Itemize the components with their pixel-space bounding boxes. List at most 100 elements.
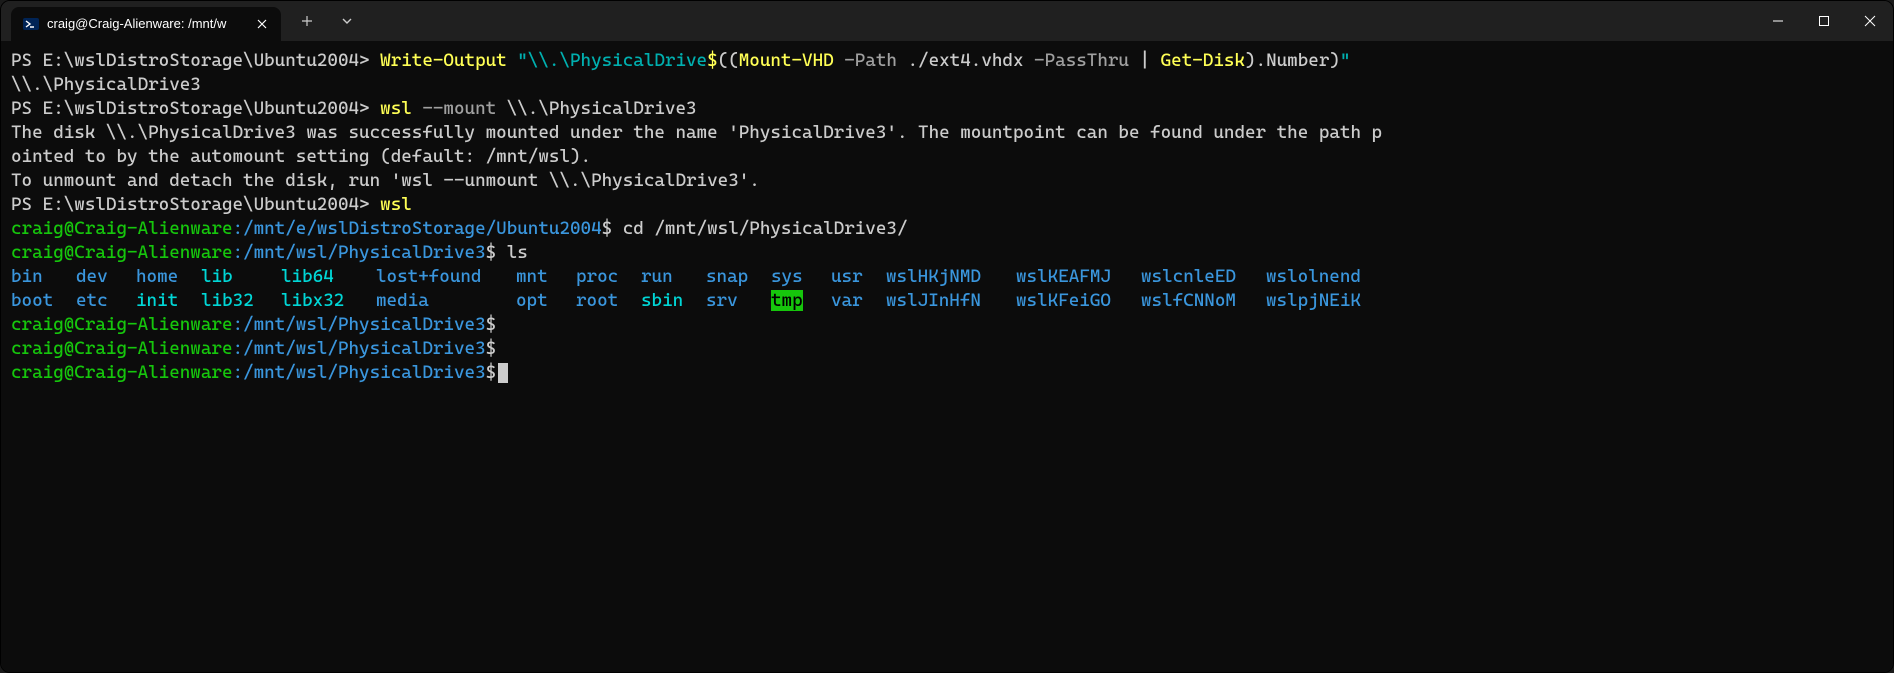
bash-user: craig@Craig-Alienware	[11, 242, 232, 263]
output-text: \\.\PhysicalDrive3	[11, 74, 201, 95]
ps-token: -PassThru	[1034, 50, 1139, 71]
ps-token: Get-Disk	[1161, 50, 1245, 71]
ls-entry: proc	[576, 265, 641, 289]
bash-dollar: $	[486, 362, 497, 383]
bash-user: craig@Craig-Alienware	[11, 338, 232, 359]
ps-token: ./ext4.vhdx	[907, 50, 1034, 71]
ps-token: wsl	[380, 98, 422, 119]
ls-entry: srv	[706, 289, 771, 313]
terminal-line: craig@Craig-Alienware:/mnt/e/wslDistroSt…	[11, 217, 1883, 241]
ls-entry: sbin	[641, 289, 706, 313]
bash-dollar: $	[602, 218, 613, 239]
ls-entry: tmp	[771, 289, 831, 313]
ls-entry: etc	[76, 289, 136, 313]
ps-token: "	[1340, 50, 1351, 71]
output-text: To unmount and detach the disk, run 'wsl…	[11, 170, 760, 191]
window-controls	[1755, 1, 1893, 41]
ps-token: -Path	[844, 50, 907, 71]
ls-entry: wslfCNNoM	[1141, 289, 1266, 313]
titlebar[interactable]: craig@Craig-Alienware: /mnt/w	[1, 1, 1893, 41]
bash-user: craig@Craig-Alienware	[11, 218, 232, 239]
terminal-line: craig@Craig-Alienware:/mnt/wsl/PhysicalD…	[11, 337, 1883, 361]
bash-path: :/mnt/wsl/PhysicalDrive3	[232, 242, 485, 263]
ls-entry: init	[136, 289, 201, 313]
output-text: ointed to by the automount setting (defa…	[11, 146, 591, 167]
maximize-button[interactable]	[1801, 1, 1847, 41]
ls-entry: bin	[11, 265, 76, 289]
ps-token: "\\.\PhysicalDrive	[517, 50, 707, 71]
ps-token: ((	[718, 50, 739, 71]
ps-token: $	[707, 50, 718, 71]
ps-prompt: PS E:\wslDistroStorage\Ubuntu2004>	[11, 50, 380, 71]
terminal-line: PS E:\wslDistroStorage\Ubuntu2004> Write…	[11, 49, 1883, 73]
ls-entry: libx32	[281, 289, 376, 313]
bash-command: cd /mnt/wsl/PhysicalDrive3/	[612, 218, 907, 239]
bash-path: :/mnt/e/wslDistroStorage/Ubuntu2004	[232, 218, 601, 239]
ls-entry: wslJInHfN	[886, 289, 1016, 313]
terminal-line: To unmount and detach the disk, run 'wsl…	[11, 169, 1883, 193]
ls-entry: home	[136, 265, 201, 289]
bash-dollar: $	[486, 242, 497, 263]
terminal-line: bindevhomeliblib64lost+foundmntprocrunsn…	[11, 265, 1883, 289]
minimize-button[interactable]	[1755, 1, 1801, 41]
ps-token: ).	[1245, 50, 1266, 71]
ls-entry: opt	[516, 289, 576, 313]
ls-entry: wslKEAFMJ	[1016, 265, 1141, 289]
bash-path: :/mnt/wsl/PhysicalDrive3	[232, 314, 485, 335]
ls-entry: wslolnend	[1266, 265, 1386, 289]
tab-dropdown-button[interactable]	[329, 5, 365, 37]
bash-dollar: $	[486, 314, 497, 335]
ls-entry: media	[376, 289, 516, 313]
terminal-line: bootetcinitlib32libx32mediaoptrootsbinsr…	[11, 289, 1883, 313]
ls-entry: mnt	[516, 265, 576, 289]
ls-entry: wslHKjNMD	[886, 265, 1016, 289]
ls-entry: lost+found	[376, 265, 516, 289]
ls-entry: sys	[771, 265, 831, 289]
tab-active[interactable]: craig@Craig-Alienware: /mnt/w	[11, 7, 281, 41]
cursor	[498, 363, 508, 383]
ls-entry: root	[576, 289, 641, 313]
tab-title: craig@Craig-Alienware: /mnt/w	[47, 12, 245, 36]
output-text: The disk \\.\PhysicalDrive3 was successf…	[11, 122, 1382, 143]
bash-user: craig@Craig-Alienware	[11, 314, 232, 335]
ls-entry: lib64	[281, 265, 376, 289]
ls-entry: wslpjNEiK	[1266, 289, 1386, 313]
new-tab-button[interactable]	[289, 5, 325, 37]
ps-token: --mount	[422, 98, 506, 119]
ps-token: Mount-VHD	[739, 50, 844, 71]
terminal-line: The disk \\.\PhysicalDrive3 was successf…	[11, 121, 1883, 145]
ls-entry: usr	[831, 265, 886, 289]
ps-prompt: PS E:\wslDistroStorage\Ubuntu2004>	[11, 194, 380, 215]
ls-entry: lib32	[201, 289, 281, 313]
close-window-button[interactable]	[1847, 1, 1893, 41]
ls-entry: dev	[76, 265, 136, 289]
bash-dollar: $	[486, 338, 497, 359]
terminal-line: \\.\PhysicalDrive3	[11, 73, 1883, 97]
bash-user: craig@Craig-Alienware	[11, 362, 232, 383]
terminal-line: PS E:\wslDistroStorage\Ubuntu2004> wsl -…	[11, 97, 1883, 121]
ls-entry: var	[831, 289, 886, 313]
ls-entry: lib	[201, 265, 281, 289]
terminal-window: craig@Craig-Alienware: /mnt/w	[0, 0, 1894, 673]
terminal-surface[interactable]: PS E:\wslDistroStorage\Ubuntu2004> Write…	[1, 41, 1893, 672]
ps-prompt: PS E:\wslDistroStorage\Ubuntu2004>	[11, 98, 380, 119]
bash-path: :/mnt/wsl/PhysicalDrive3	[232, 362, 485, 383]
terminal-line: ointed to by the automount setting (defa…	[11, 145, 1883, 169]
terminal-line: craig@Craig-Alienware:/mnt/wsl/PhysicalD…	[11, 313, 1883, 337]
ps-token: Write-Output	[380, 50, 517, 71]
titlebar-drag-region[interactable]	[365, 1, 1755, 41]
ls-entry: boot	[11, 289, 76, 313]
terminal-line: craig@Craig-Alienware:/mnt/wsl/PhysicalD…	[11, 361, 1883, 385]
tab-close-button[interactable]	[253, 15, 271, 33]
terminal-line: PS E:\wslDistroStorage\Ubuntu2004> wsl	[11, 193, 1883, 217]
bash-command: ls	[496, 242, 528, 263]
ls-entry: wslcnleED	[1141, 265, 1266, 289]
powershell-icon	[23, 16, 39, 32]
ps-token: wsl	[380, 194, 412, 215]
ps-token: \\.\PhysicalDrive3	[507, 98, 697, 119]
ps-token: Number)	[1266, 50, 1340, 71]
ls-entry: snap	[706, 265, 771, 289]
terminal-line: craig@Craig-Alienware:/mnt/wsl/PhysicalD…	[11, 241, 1883, 265]
ls-entry: wslKFeiGO	[1016, 289, 1141, 313]
ps-token: |	[1140, 50, 1161, 71]
